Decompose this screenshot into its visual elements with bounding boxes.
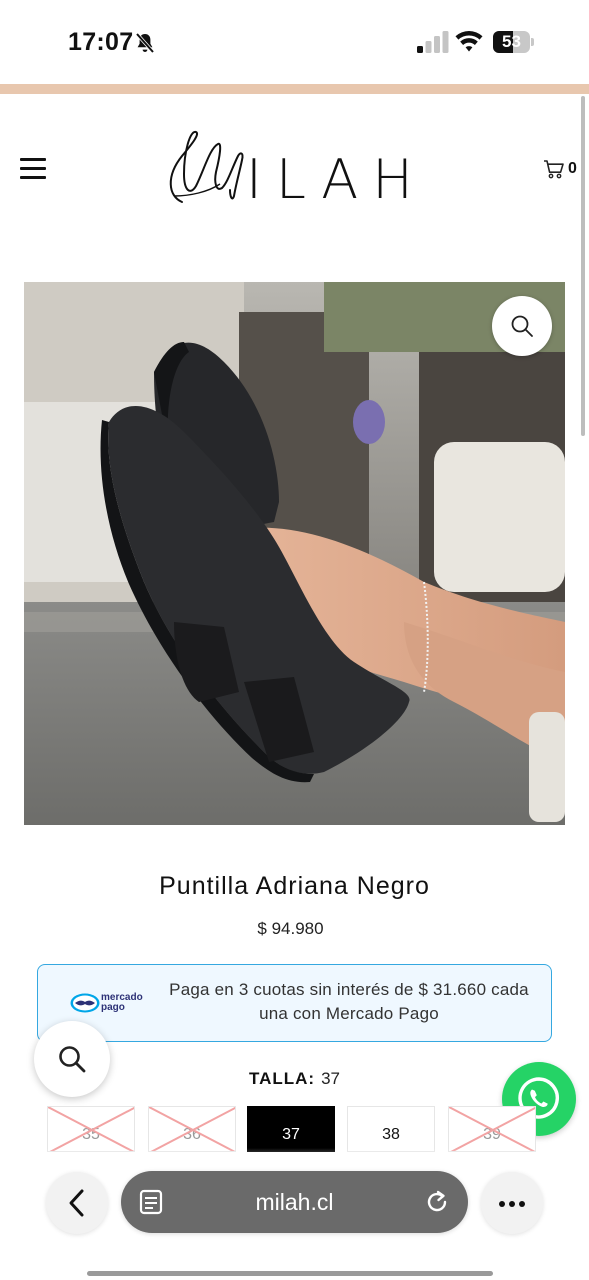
bell-slash-icon	[135, 32, 155, 54]
logo-text: ILAH	[246, 148, 427, 211]
unavailable-cross-icon	[149, 1107, 235, 1151]
cellular-signal-icon	[417, 31, 449, 53]
product-title: Puntilla Adriana Negro	[159, 872, 430, 900]
url-bar[interactable]: milah.cl	[121, 1171, 468, 1233]
battery-indicator: 53	[493, 31, 535, 53]
shopping-cart-icon	[544, 160, 564, 179]
size-option-38[interactable]: 38	[347, 1106, 435, 1152]
battery-level: 53	[502, 32, 521, 51]
home-indicator	[87, 1271, 493, 1276]
size-selector-label: TALLA: 37	[0, 1069, 589, 1089]
magnifier-icon	[511, 315, 533, 337]
mercado-pago-installments: mercado pago Paga en 3 cuotas sin interé…	[37, 964, 552, 1042]
reload-icon[interactable]	[424, 1189, 450, 1215]
size-options: 35 36 37 38 39	[47, 1106, 547, 1152]
cart-button[interactable]: 0	[543, 158, 585, 182]
size-option-36[interactable]: 36	[148, 1106, 236, 1152]
installments-message: Paga en 3 cuotas sin interés de $ 31.660…	[169, 980, 529, 1023]
back-button[interactable]	[46, 1172, 108, 1234]
back-chevron-icon	[69, 1189, 84, 1217]
unavailable-cross-icon	[48, 1107, 134, 1151]
size-option-37[interactable]: 37	[247, 1106, 335, 1152]
mercado-pago-logo-line2: pago	[101, 1002, 125, 1013]
status-bar: 17:07 53	[0, 0, 589, 84]
selected-size-value: 37	[321, 1069, 341, 1088]
page-scrollbar[interactable]	[581, 96, 585, 436]
status-time: 17:07	[68, 28, 134, 56]
more-button[interactable]	[481, 1172, 543, 1234]
milah-logo[interactable]: ILAH	[160, 126, 435, 211]
wifi-icon	[455, 30, 483, 52]
shoe-photo-illustration	[24, 282, 565, 825]
zoom-button[interactable]	[492, 296, 552, 356]
mercado-pago-handshake-icon	[70, 993, 100, 1013]
unavailable-cross-icon	[449, 1107, 535, 1151]
product-price: $ 94.980	[257, 919, 324, 938]
size-label: TALLA:	[248, 1069, 316, 1088]
hamburger-menu-icon[interactable]	[20, 158, 48, 180]
size-option-label: 38	[382, 1126, 400, 1143]
product-photo[interactable]	[24, 282, 565, 825]
size-option-39[interactable]: 39	[448, 1106, 536, 1152]
more-icon	[499, 1201, 505, 1207]
logo-script-m	[169, 131, 244, 203]
mercado-pago-logo: mercado pago	[70, 993, 150, 1015]
cart-count: 0	[568, 160, 577, 177]
url-text: milah.cl	[255, 1189, 334, 1215]
promo-strip	[0, 84, 589, 94]
size-option-label: 37	[282, 1126, 300, 1143]
size-option-35[interactable]: 35	[47, 1106, 135, 1152]
site-header: ILAH 0	[0, 94, 589, 254]
